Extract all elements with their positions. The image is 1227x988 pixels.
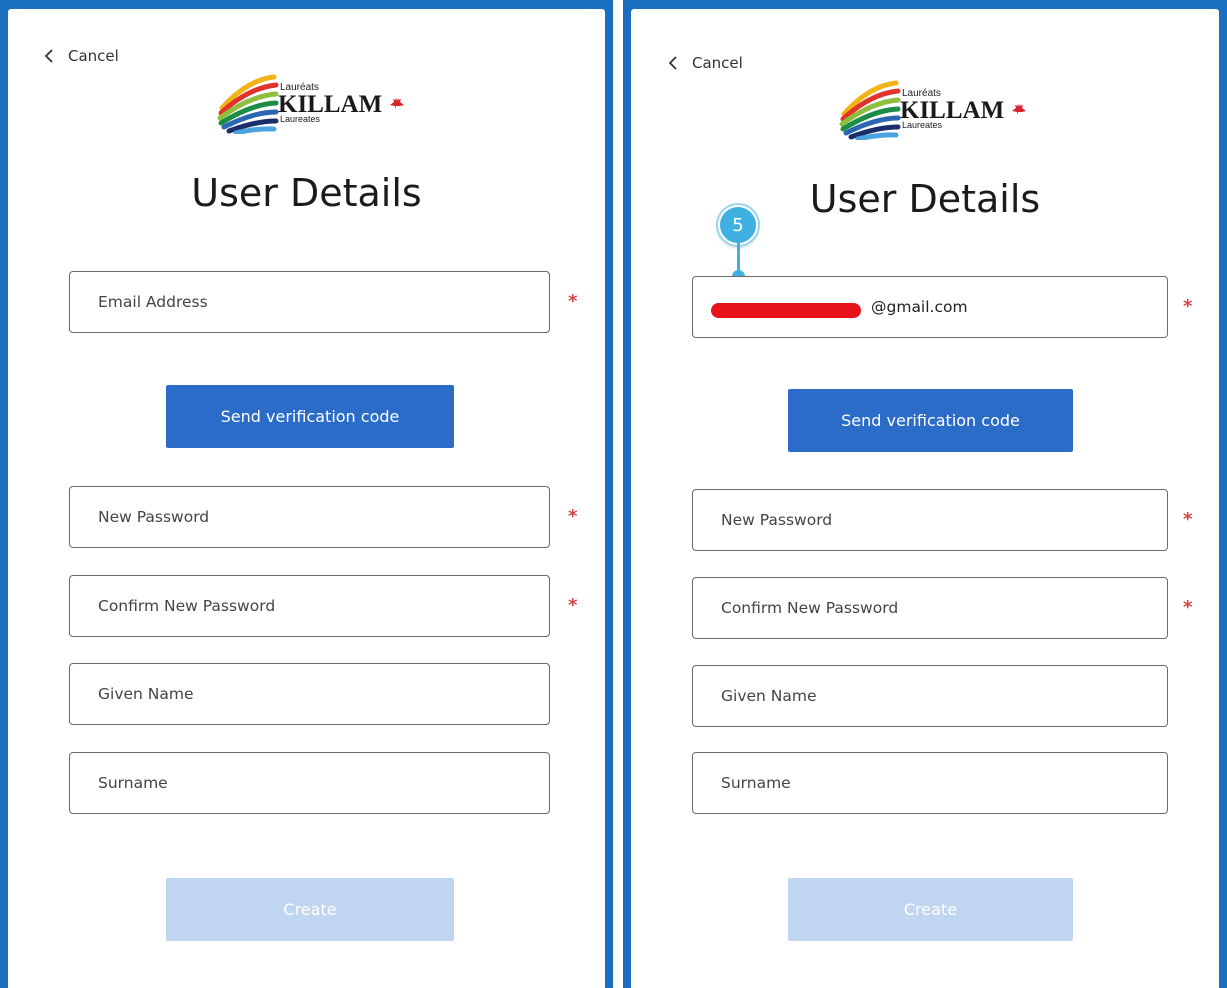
- page-title: User Details: [191, 171, 422, 215]
- surname-field[interactable]: Surname: [692, 752, 1168, 814]
- email-field[interactable]: Email Address: [69, 271, 550, 333]
- cancel-link[interactable]: Cancel: [42, 47, 119, 65]
- confirm-password-placeholder: Confirm New Password: [721, 599, 899, 617]
- surname-placeholder: Surname: [98, 774, 168, 792]
- logo-text-laureates: Laureates: [902, 120, 943, 130]
- create-button[interactable]: Create: [166, 878, 454, 941]
- confirm-password-placeholder: Confirm New Password: [98, 597, 276, 615]
- chevron-left-icon: [44, 49, 53, 63]
- cancel-label: Cancel: [692, 54, 743, 72]
- given-name-placeholder: Given Name: [98, 685, 194, 703]
- signup-panel-left: Cancel Lauréats KILLAM Laureates User De…: [0, 0, 613, 988]
- required-indicator: *: [1183, 509, 1193, 530]
- surname-placeholder: Surname: [721, 774, 791, 792]
- required-indicator: *: [1183, 597, 1193, 618]
- required-indicator: *: [1183, 296, 1193, 317]
- given-name-field[interactable]: Given Name: [69, 663, 550, 725]
- confirm-password-field[interactable]: Confirm New Password: [69, 575, 550, 637]
- new-password-field[interactable]: New Password: [692, 489, 1168, 551]
- required-indicator: *: [568, 506, 578, 527]
- given-name-placeholder: Given Name: [721, 687, 817, 705]
- required-indicator: *: [568, 595, 578, 616]
- signup-form-right: Cancel Lauréats KILLAM Laureates User De…: [631, 9, 1219, 988]
- chevron-left-icon: [668, 56, 677, 70]
- new-password-field[interactable]: New Password: [69, 486, 550, 548]
- new-password-placeholder: New Password: [721, 511, 833, 529]
- cancel-link[interactable]: Cancel: [666, 54, 743, 72]
- signup-form-left: Cancel Lauréats KILLAM Laureates User De…: [8, 9, 605, 988]
- signup-panel-right: Cancel Lauréats KILLAM Laureates User De…: [623, 0, 1227, 988]
- page-title: User Details: [809, 177, 1041, 221]
- killam-logo: Lauréats KILLAM Laureates: [212, 72, 407, 136]
- new-password-placeholder: New Password: [98, 508, 210, 526]
- step-annotation-marker: 5: [718, 205, 758, 245]
- send-verification-code-button[interactable]: Send verification code: [788, 389, 1073, 452]
- send-verification-code-button[interactable]: Send verification code: [166, 385, 454, 448]
- email-placeholder: Email Address: [98, 293, 208, 311]
- given-name-field[interactable]: Given Name: [692, 665, 1168, 727]
- surname-field[interactable]: Surname: [69, 752, 550, 814]
- cancel-label: Cancel: [68, 47, 119, 65]
- email-value-domain: @gmail.com: [871, 298, 968, 316]
- required-indicator: *: [568, 291, 578, 312]
- redacted-email-username: [711, 303, 861, 318]
- create-button[interactable]: Create: [788, 878, 1073, 941]
- logo-text-laureates: Laureates: [280, 114, 321, 124]
- confirm-password-field[interactable]: Confirm New Password: [692, 577, 1168, 639]
- killam-logo: Lauréats KILLAM Laureates: [834, 78, 1029, 142]
